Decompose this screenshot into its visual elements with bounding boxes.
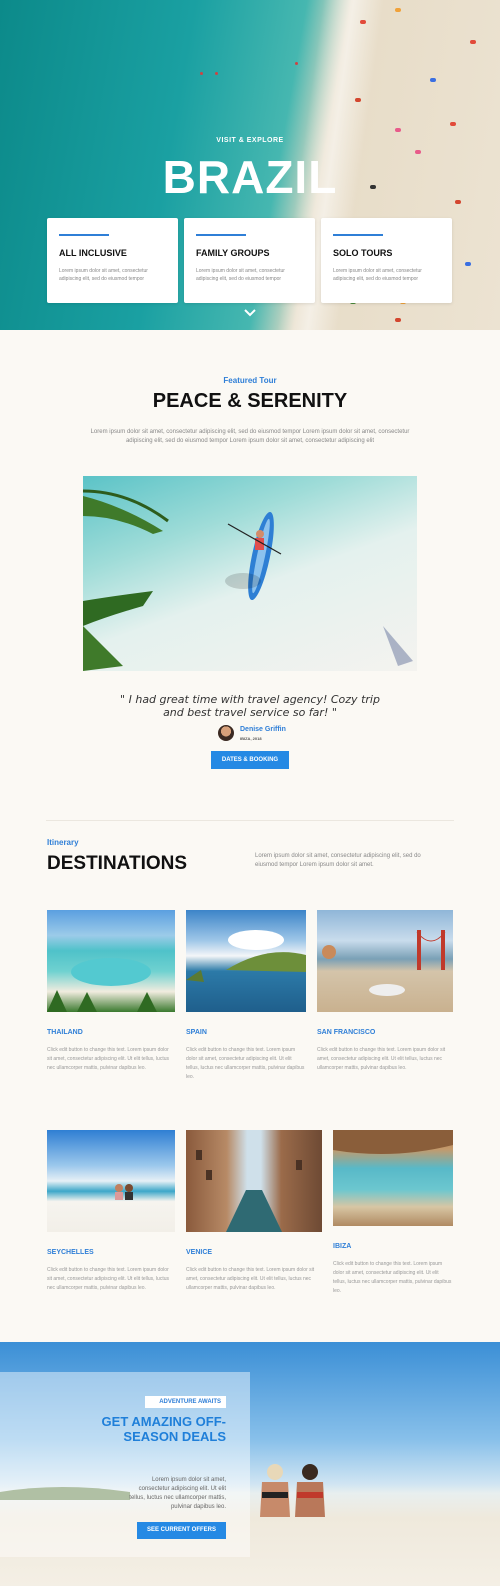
- feature-card-all-inclusive: ALL INCLUSIVE Lorem ipsum dolor sit amet…: [47, 218, 178, 303]
- destination-name-thailand[interactable]: THAILAND: [47, 1029, 83, 1036]
- card-desc: Lorem ipsum dolor sit amet, consectetur …: [59, 268, 148, 282]
- banner-desc: Lorem ipsum dolor sit amet, consectetur …: [129, 1477, 226, 1510]
- hero-section: VISIT & EXPLORE BRAZIL ALL INCLUSIVE Lor…: [0, 0, 500, 330]
- destination-name-venice[interactable]: VENICE: [186, 1249, 212, 1256]
- destination-desc: Click edit button to change this text. L…: [186, 1267, 315, 1291]
- destination-name-spain[interactable]: SPAIN: [186, 1029, 207, 1036]
- destination-desc: Click edit button to change this text. L…: [333, 1261, 452, 1294]
- thailand-photo[interactable]: [47, 910, 175, 1012]
- card-title: FAMILY GROUPS: [196, 248, 270, 258]
- seychelles-photo[interactable]: [47, 1130, 175, 1232]
- card-accent-bar: [196, 234, 246, 236]
- hero-kicker: VISIT & EXPLORE: [216, 137, 284, 144]
- hero-title: BRAZIL: [162, 151, 338, 203]
- card-desc: Lorem ipsum dolor sit amet, consectetur …: [196, 268, 285, 282]
- card-desc: Lorem ipsum dolor sit amet, consectetur …: [333, 268, 422, 282]
- feature-card-family-groups: FAMILY GROUPS Lorem ipsum dolor sit amet…: [184, 218, 315, 303]
- see-current-offers-button[interactable]: SEE CURRENT OFFERS: [137, 1522, 226, 1539]
- destination-desc: Click edit button to change this text. L…: [47, 1267, 169, 1291]
- featured-kicker: Featured Tour: [223, 376, 277, 385]
- card-accent-bar: [333, 234, 383, 236]
- destination-name-seychelles[interactable]: SEYCHELLES: [47, 1249, 94, 1256]
- venice-photo[interactable]: [186, 1130, 322, 1232]
- dates-booking-button[interactable]: DATES & BOOKING: [211, 751, 289, 769]
- destinations-desc: Lorem ipsum dolor sit amet, consectetur …: [255, 853, 421, 868]
- testimonial-author[interactable]: Denise Griffin: [240, 726, 286, 733]
- card-title: ALL INCLUSIVE: [59, 248, 127, 258]
- destination-desc: Click edit button to change this text. L…: [317, 1047, 446, 1071]
- spain-photo[interactable]: [186, 910, 306, 1012]
- banner-title: GET AMAZING OFF-SEASON DEALS: [101, 1414, 226, 1444]
- destinations-kicker: Itinerary: [47, 838, 79, 847]
- feature-card-solo-tours: SOLO TOURS Lorem ipsum dolor sit amet, c…: [321, 218, 452, 303]
- section-divider: [46, 820, 454, 821]
- san-francisco-photo[interactable]: [317, 910, 453, 1012]
- avatar: [218, 725, 234, 741]
- destination-desc: Click edit button to change this text. L…: [186, 1047, 305, 1080]
- testimonial-location: IBIZA, 2018: [240, 736, 262, 741]
- featured-desc: Lorem ipsum dolor sit amet, consectetur …: [90, 429, 410, 444]
- card-accent-bar: [59, 234, 109, 236]
- banner-kicker: ADVENTURE AWAITS: [145, 1396, 226, 1408]
- destination-name-ibiza[interactable]: IBIZA: [333, 1243, 351, 1250]
- destination-desc: Click edit button to change this text. L…: [47, 1047, 169, 1071]
- ibiza-photo[interactable]: [333, 1130, 453, 1226]
- destination-name-san-francisco[interactable]: SAN FRANCISCO: [317, 1029, 375, 1036]
- testimonial-quote: " I had great time with travel agency! C…: [120, 693, 380, 719]
- destinations-title: DESTINATIONS: [47, 853, 188, 874]
- featured-title: PEACE & SERENITY: [152, 390, 348, 412]
- card-title: SOLO TOURS: [333, 248, 393, 258]
- featured-paddleboard-photo: [83, 476, 417, 671]
- chevron-down-icon[interactable]: [243, 308, 257, 318]
